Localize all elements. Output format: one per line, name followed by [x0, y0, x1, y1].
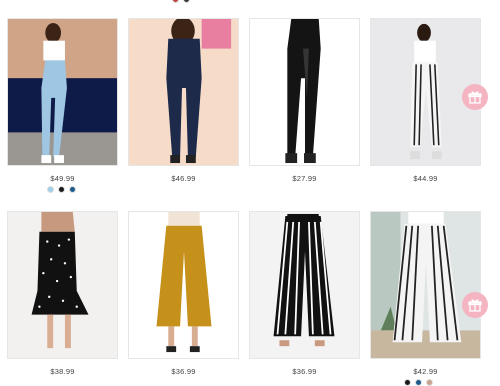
product-price: $44.99: [413, 174, 438, 183]
product-price: $46.99: [171, 174, 196, 183]
gift-button[interactable]: [462, 292, 488, 318]
product-price: $42.99: [413, 367, 438, 376]
product-image[interactable]: [249, 18, 360, 166]
product-price: $49.99: [50, 174, 75, 183]
gift-button[interactable]: [462, 84, 488, 110]
product-image[interactable]: [370, 211, 481, 359]
product-price: $38.99: [50, 367, 75, 376]
product-price: $36.99: [292, 367, 317, 376]
swatch[interactable]: [172, 0, 179, 3]
product-image[interactable]: [249, 211, 360, 359]
product-image[interactable]: [7, 18, 118, 166]
swatch[interactable]: [69, 186, 76, 193]
swatch[interactable]: [47, 186, 54, 193]
gift-icon: [468, 91, 482, 104]
product-image[interactable]: [128, 211, 239, 359]
swatch[interactable]: [58, 186, 65, 193]
swatch[interactable]: [183, 0, 190, 3]
product-image[interactable]: [7, 211, 118, 359]
gift-icon: [468, 299, 482, 312]
top-swatches: [172, 0, 190, 3]
product-image[interactable]: [128, 18, 239, 166]
color-swatches: [47, 186, 76, 193]
product-price: $36.99: [171, 367, 196, 376]
product-price: $27.99: [292, 174, 317, 183]
